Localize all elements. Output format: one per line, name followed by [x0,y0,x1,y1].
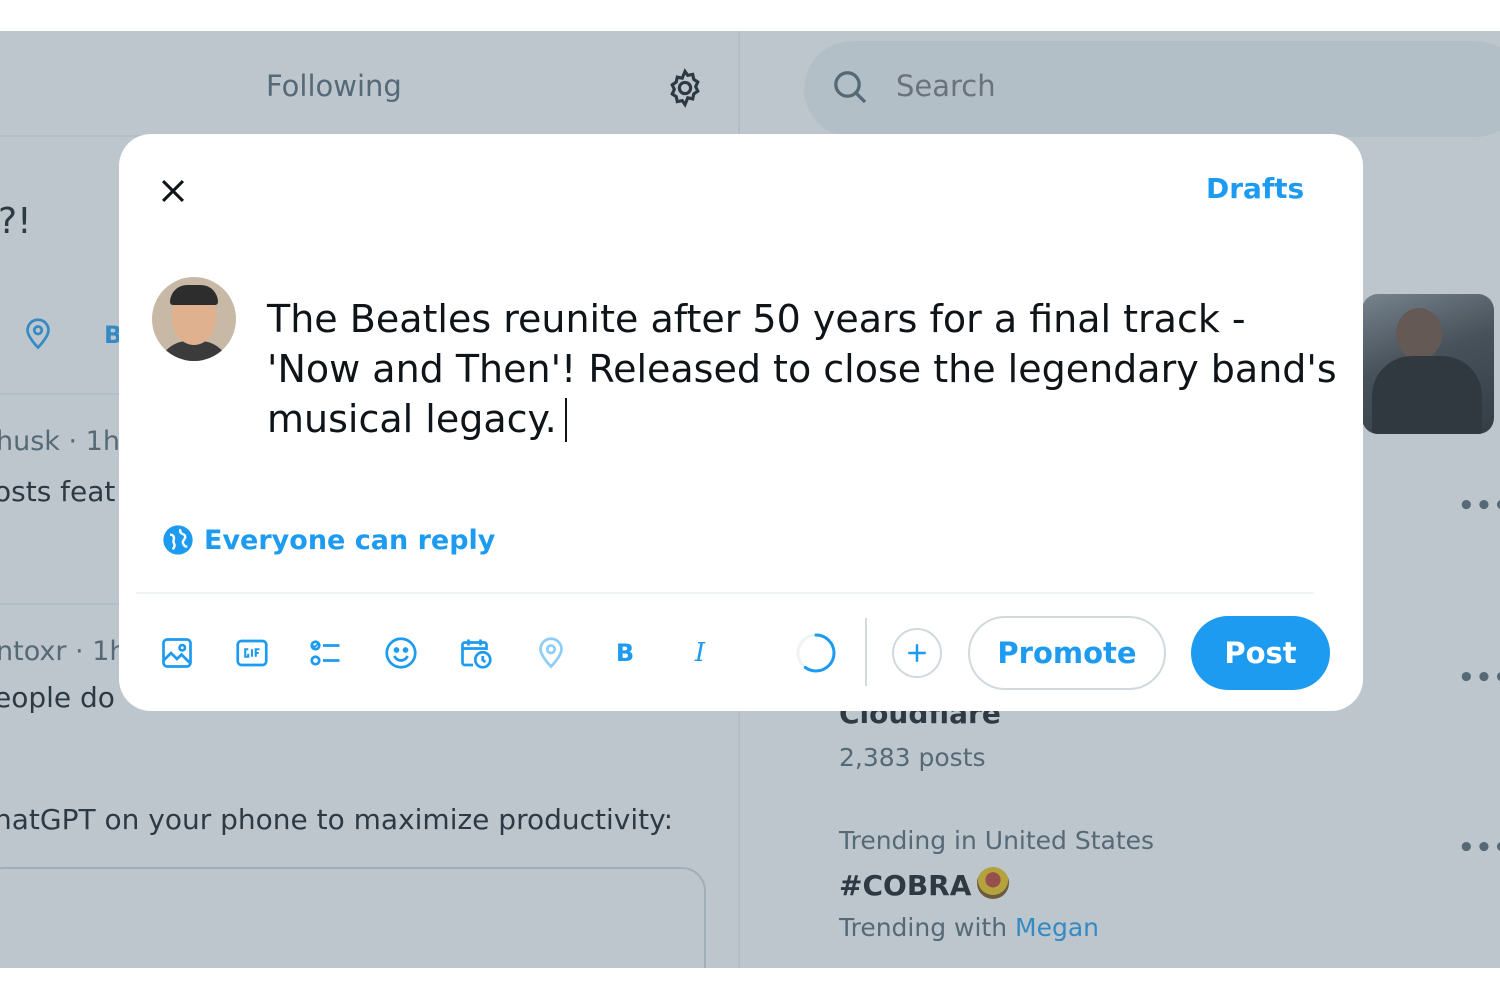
emoji-button[interactable] [381,633,421,673]
text-caret [564,398,567,442]
schedule-button[interactable] [456,633,496,673]
italic-button[interactable]: I [680,633,720,673]
poll-button[interactable] [306,633,346,673]
close-button[interactable] [150,168,196,214]
location-icon [539,637,563,669]
bold-button[interactable]: B [605,633,645,673]
post-textarea[interactable]: The Beatles reunite after 50 years for a… [267,294,1337,444]
bold-icon: B [615,639,635,667]
toolbar-divider [865,618,867,686]
avatar[interactable] [152,277,236,361]
close-icon [161,179,185,203]
bottom-bar [0,968,1500,1000]
promote-button[interactable]: Promote [968,616,1166,690]
avatar-cap [170,285,218,305]
reply-setting-button[interactable]: Everyone can reply [162,524,495,556]
globe-icon [163,525,193,555]
top-bar [0,0,1500,31]
plus-icon [908,644,926,662]
media-button[interactable] [157,633,197,673]
poll-icon [310,640,340,666]
post-text-content: The Beatles reunite after 50 years for a… [267,297,1337,441]
composer-divider [136,592,1314,594]
character-progress-ring [796,633,836,673]
post-button[interactable]: Post [1191,616,1330,690]
location-button[interactable] [531,633,571,673]
image-icon [162,638,192,668]
schedule-icon [461,639,492,669]
italic-icon: I [694,638,706,668]
gif-icon [236,639,268,667]
gif-button[interactable] [232,633,272,673]
drafts-button[interactable]: Drafts [1192,170,1318,207]
emoji-icon [385,637,417,669]
add-post-button[interactable] [892,628,942,678]
reply-setting-label: Everyone can reply [204,524,496,556]
